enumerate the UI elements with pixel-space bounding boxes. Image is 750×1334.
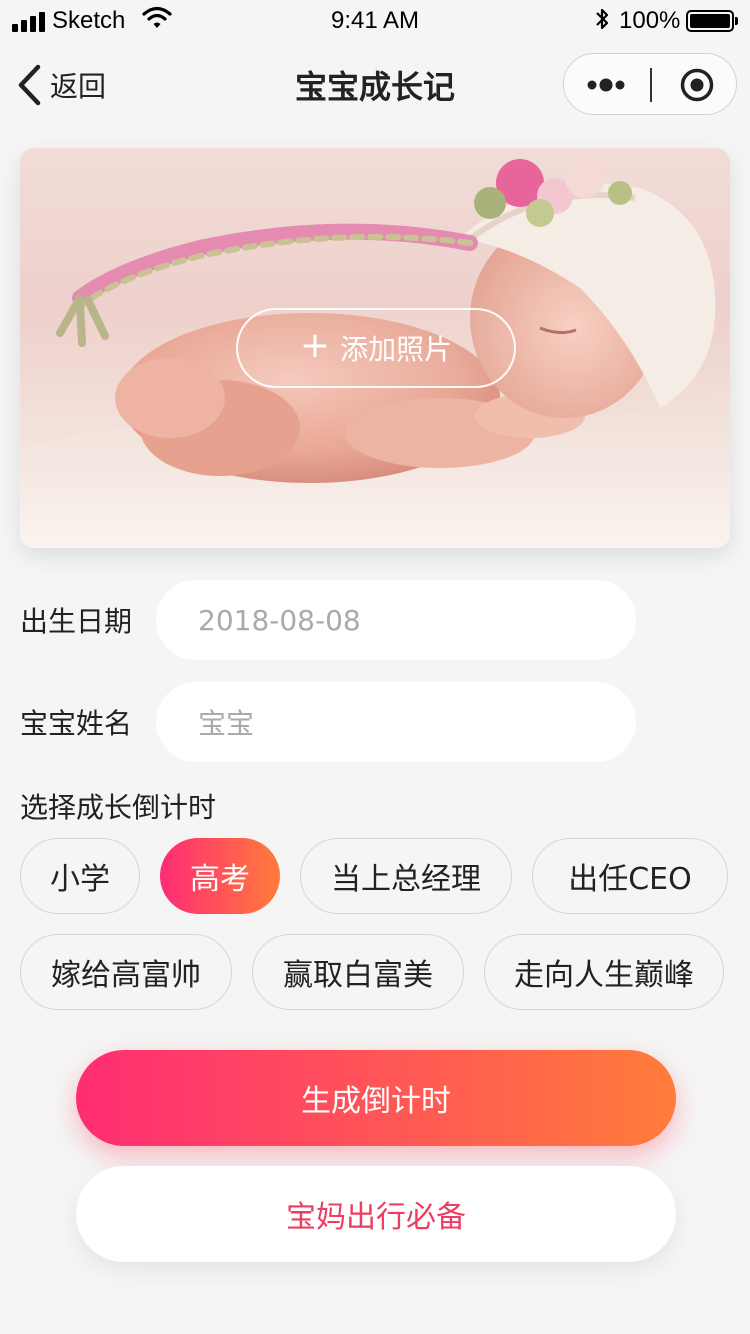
baby-name-field[interactable]: 宝宝 (156, 682, 636, 762)
add-photo-button[interactable]: + 添加照片 (236, 308, 516, 388)
more-dots-icon[interactable] (586, 73, 630, 97)
capsule-divider (650, 68, 652, 102)
bluetooth-icon (594, 6, 610, 39)
tag-general-manager[interactable]: 当上总经理 (300, 838, 512, 914)
generate-countdown-button[interactable]: 生成倒计时 (76, 1050, 676, 1146)
tag-life-peak[interactable]: 走向人生巅峰 (484, 934, 724, 1010)
tag-gaokao[interactable]: 高考 (160, 838, 280, 914)
target-circle-icon[interactable] (680, 68, 714, 102)
nav-bar: 返回 宝宝成长记 (0, 40, 750, 128)
countdown-section-label: 选择成长倒计时 (20, 791, 217, 824)
tag-ceo[interactable]: 出任CEO (532, 838, 728, 914)
tag-primary-school[interactable]: 小学 (20, 838, 140, 914)
tag-marry-rich[interactable]: 嫁给高富帅 (20, 934, 232, 1010)
mom-essentials-button[interactable]: 宝妈出行必备 (76, 1166, 676, 1262)
baby-name-row: 宝宝姓名 宝宝 (20, 682, 640, 762)
birth-date-label: 出生日期 (20, 605, 133, 638)
baby-photo-card: + 添加照片 (20, 148, 730, 548)
baby-name-label: 宝宝姓名 (20, 707, 133, 740)
battery-icon (686, 10, 738, 32)
mini-program-capsule (563, 53, 737, 115)
birth-date-row: 出生日期 2018-08-08 (20, 580, 640, 660)
birth-date-field[interactable]: 2018-08-08 (156, 580, 636, 660)
add-photo-label: 添加照片 (340, 333, 453, 366)
plus-icon: + (299, 325, 331, 366)
tag-win-beauty[interactable]: 赢取白富美 (252, 934, 464, 1010)
battery-percent: 100% (619, 7, 681, 34)
status-bar: Sketch 9:41 AM 100% (0, 0, 750, 40)
